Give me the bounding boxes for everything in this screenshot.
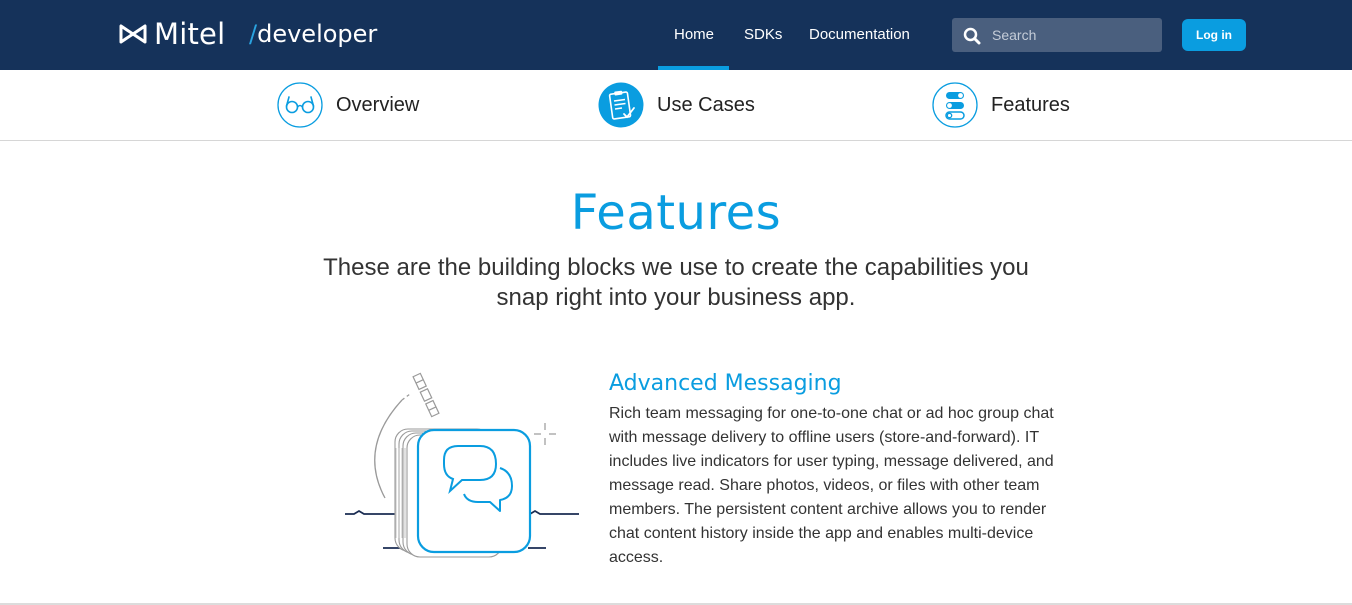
glasses-icon bbox=[277, 82, 323, 128]
chat-bubbles-icon bbox=[345, 372, 579, 558]
brand-name: Mitel bbox=[154, 17, 226, 51]
feature-description: Rich team messaging for one-to-one chat … bbox=[609, 405, 1054, 566]
clipboard-icon bbox=[598, 82, 644, 128]
search-input[interactable] bbox=[992, 18, 1152, 52]
tab-use-cases[interactable]: Use Cases bbox=[598, 82, 755, 128]
mitel-logo[interactable]: Mitel bbox=[118, 17, 226, 51]
brand-slash: / bbox=[249, 20, 258, 48]
search-box[interactable] bbox=[952, 18, 1162, 52]
toggles-icon bbox=[932, 82, 978, 128]
nav-home-link[interactable]: Home bbox=[674, 26, 714, 43]
nav-sdks-link[interactable]: SDKs bbox=[744, 26, 782, 43]
tab-overview-label: Overview bbox=[336, 93, 420, 116]
tab-features-label: Features bbox=[991, 93, 1070, 116]
tab-features[interactable]: Features bbox=[932, 82, 1070, 128]
page-subtitle: These are the building blocks we use to … bbox=[323, 254, 1029, 311]
developer-label[interactable]: /developer bbox=[249, 20, 377, 48]
page-title: Features bbox=[570, 185, 782, 241]
developer-text: developer bbox=[257, 20, 378, 48]
mitel-logo-icon bbox=[119, 24, 147, 44]
feature-title: Advanced Messaging bbox=[609, 371, 842, 396]
search-icon bbox=[963, 27, 981, 45]
login-button[interactable]: Log in bbox=[1182, 19, 1246, 51]
section-tabs: Overview Use Cases Features bbox=[0, 70, 1352, 141]
nav-documentation-link[interactable]: Documentation bbox=[809, 26, 910, 43]
top-navbar: Mitel /developer Home SDKs Documentation… bbox=[0, 0, 1352, 70]
tab-overview[interactable]: Overview bbox=[277, 82, 419, 128]
tab-use-cases-label: Use Cases bbox=[657, 93, 755, 116]
